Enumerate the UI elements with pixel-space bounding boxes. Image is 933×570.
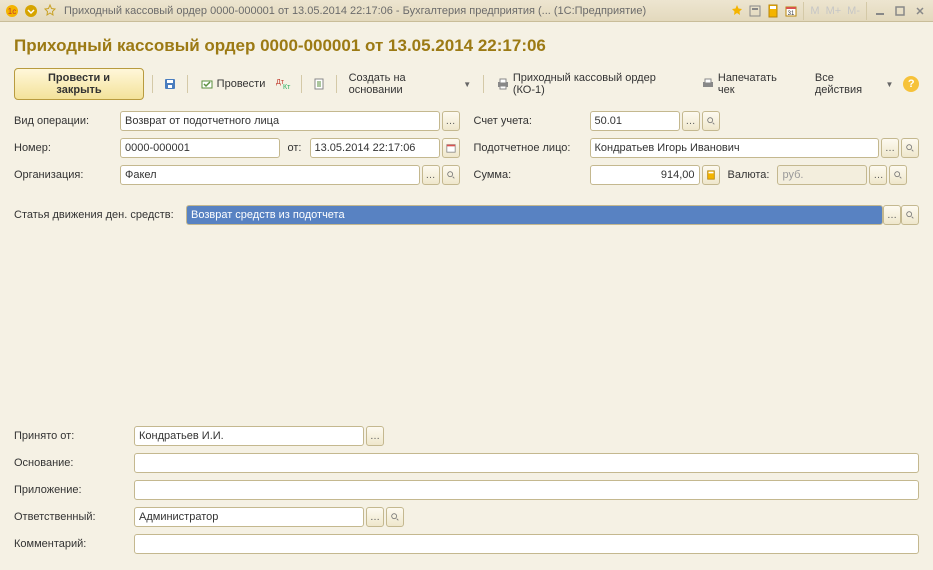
memory-mminus-icon[interactable]: M-: [845, 5, 862, 17]
account-select-button[interactable]: [682, 111, 700, 131]
titlebar-separator: [803, 2, 804, 20]
responsible-select-button[interactable]: [366, 507, 384, 527]
print-ko1-label: Приходный кассовый ордер (КО-1): [513, 72, 687, 96]
post-and-close-button[interactable]: Провести и закрыть: [14, 68, 144, 100]
accountable-person-select-button[interactable]: [881, 138, 899, 158]
amount-field[interactable]: [590, 165, 700, 185]
toolbar-sep-2: [187, 75, 188, 93]
favorite-star-icon[interactable]: [42, 3, 58, 19]
responsible-open-button[interactable]: [386, 507, 404, 527]
close-button[interactable]: [911, 3, 929, 19]
command-toolbar: Провести и закрыть Провести ДтКт Создать…: [14, 66, 919, 110]
received-from-field[interactable]: [134, 426, 364, 446]
print-check-label: Напечатать чек: [718, 72, 795, 96]
page-title: Приходный кассовый ордер 0000-000001 от …: [14, 36, 919, 56]
svg-text:1c: 1c: [8, 7, 16, 16]
post-button[interactable]: Провести: [196, 75, 270, 93]
toolbar-sep-3: [301, 75, 302, 93]
attachment-field[interactable]: [134, 480, 919, 500]
accountable-person-open-button[interactable]: [901, 138, 919, 158]
attachment-label: Приложение:: [14, 484, 134, 496]
toolbar-sep-5: [483, 75, 484, 93]
number-field[interactable]: [120, 138, 280, 158]
organization-open-button[interactable]: [442, 165, 460, 185]
window-title: Приходный кассовый ордер 0000-000001 от …: [64, 5, 646, 17]
amount-calc-button[interactable]: [702, 165, 720, 185]
dtkt-icon[interactable]: ДтКт: [275, 75, 293, 93]
received-from-label: Принято от:: [14, 430, 134, 442]
memory-m-icon[interactable]: M: [808, 5, 821, 17]
all-actions-button[interactable]: Все действия ▼: [811, 70, 897, 98]
responsible-label: Ответственный:: [14, 511, 134, 523]
chevron-down-icon: ▼: [463, 80, 471, 89]
app-logo-icon: 1c: [4, 3, 20, 19]
operation-type-field[interactable]: [120, 111, 440, 131]
all-actions-label: Все действия: [815, 72, 883, 96]
comment-field[interactable]: [134, 534, 919, 554]
amount-label: Сумма:: [474, 169, 590, 181]
account-field[interactable]: [590, 111, 680, 131]
basis-label: Основание:: [14, 457, 134, 469]
date-field[interactable]: [310, 138, 440, 158]
operation-type-label: Вид операции:: [14, 115, 120, 127]
cash-flow-item-select-button[interactable]: [883, 205, 901, 225]
operation-type-select-button[interactable]: [442, 111, 460, 131]
cash-flow-item-open-button[interactable]: [901, 205, 919, 225]
titlebar-separator-2: [866, 2, 867, 20]
from-label: от:: [282, 142, 308, 154]
help-icon[interactable]: ?: [903, 76, 919, 92]
basis-field[interactable]: [134, 453, 919, 473]
account-label: Счет учета:: [474, 115, 590, 127]
accountable-person-field[interactable]: [590, 138, 880, 158]
calendar-icon[interactable]: 31: [783, 3, 799, 19]
organization-field[interactable]: [120, 165, 420, 185]
favorites-add-icon[interactable]: [729, 3, 745, 19]
create-based-on-button[interactable]: Создать на основании ▼: [345, 70, 476, 98]
received-from-select-button[interactable]: [366, 426, 384, 446]
maximize-button[interactable]: [891, 3, 909, 19]
currency-field: [777, 165, 867, 185]
memory-mplus-icon[interactable]: M+: [824, 5, 844, 17]
svg-text:Кт: Кт: [283, 84, 291, 91]
date-calendar-button[interactable]: [442, 138, 460, 158]
save-icon[interactable]: [161, 75, 179, 93]
account-open-button[interactable]: [702, 111, 720, 131]
window-titlebar: 1c Приходный кассовый ордер 0000-000001 …: [0, 0, 933, 22]
links-panel-icon[interactable]: [747, 3, 763, 19]
print-check-button[interactable]: Напечатать чек: [697, 70, 799, 98]
currency-label: Валюта:: [722, 169, 776, 181]
print-ko1-button[interactable]: Приходный кассовый ордер (КО-1): [492, 70, 691, 98]
currency-open-button[interactable]: [889, 165, 907, 185]
organization-select-button[interactable]: [422, 165, 440, 185]
number-label: Номер:: [14, 142, 120, 154]
nav-dropdown-icon[interactable]: [23, 3, 39, 19]
accountable-person-label: Подотчетное лицо:: [474, 142, 590, 154]
minimize-button[interactable]: [871, 3, 889, 19]
structure-icon[interactable]: [310, 75, 328, 93]
comment-label: Комментарий:: [14, 538, 134, 550]
calculator-icon[interactable]: [765, 3, 781, 19]
cash-flow-item-label: Статья движения ден. средств:: [14, 209, 186, 221]
currency-select-button[interactable]: [869, 165, 887, 185]
responsible-field[interactable]: [134, 507, 364, 527]
cash-flow-item-field[interactable]: [186, 205, 883, 225]
toolbar-sep-4: [336, 75, 337, 93]
svg-text:31: 31: [788, 11, 795, 17]
create-based-on-label: Создать на основании: [349, 72, 461, 96]
post-label: Провести: [217, 78, 266, 90]
organization-label: Организация:: [14, 169, 120, 181]
toolbar-sep-1: [152, 75, 153, 93]
chevron-down-icon: ▼: [885, 80, 893, 89]
